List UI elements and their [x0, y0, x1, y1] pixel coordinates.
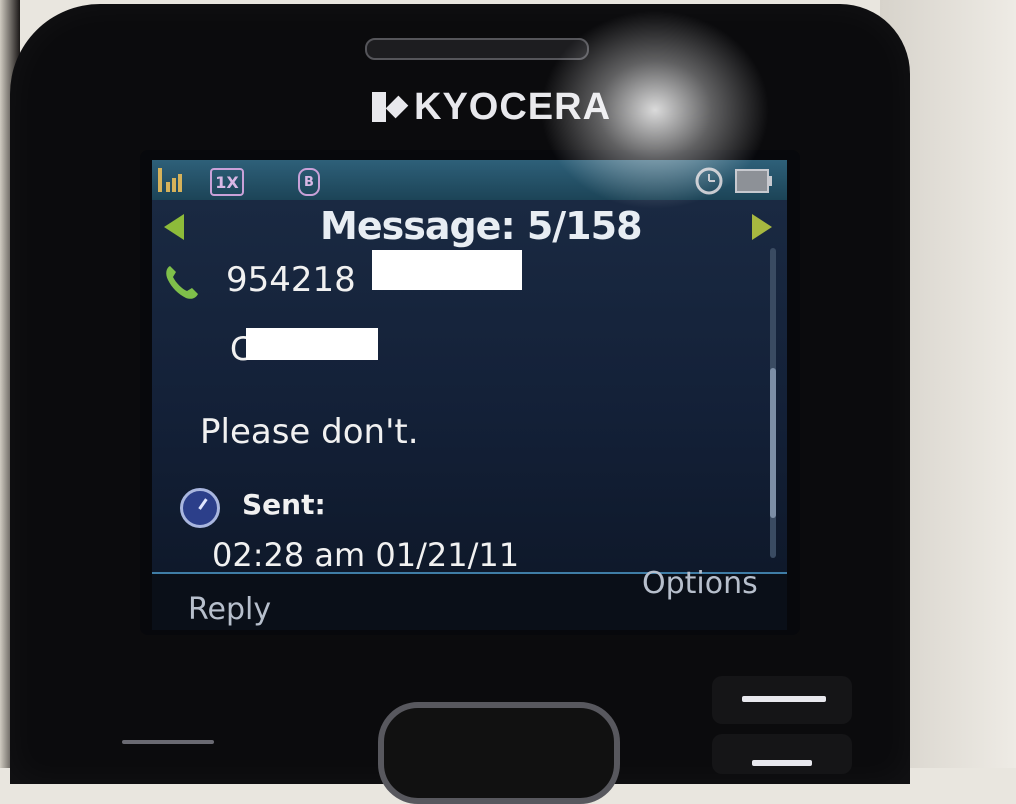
- redaction-box-number: [372, 250, 522, 290]
- next-arrow-icon[interactable]: [752, 214, 772, 240]
- bluetooth-icon: B: [298, 168, 320, 196]
- message-title: Message: 5/158: [320, 204, 643, 248]
- sender-number: 954218: [226, 260, 356, 300]
- left-softkey-indicator[interactable]: [122, 740, 214, 744]
- end-key-button[interactable]: [712, 734, 852, 774]
- sent-label: Sent:: [242, 488, 326, 521]
- message-header: Message: 5/158: [152, 202, 787, 250]
- status-bar: 1X B: [152, 160, 787, 200]
- navigation-dpad[interactable]: [378, 702, 620, 804]
- phone-icon: [166, 266, 198, 299]
- key-dash: [752, 760, 812, 766]
- kyocera-logo-icon: [368, 88, 406, 126]
- battery-icon: [735, 169, 772, 193]
- right-softkey-button[interactable]: [712, 676, 852, 724]
- network-label: 1X: [215, 172, 239, 192]
- message-body: Please don't.: [200, 412, 419, 452]
- bluetooth-label: B: [304, 174, 314, 190]
- brand-logo: KYOCERA: [368, 84, 611, 130]
- reply-softkey[interactable]: Reply: [188, 592, 271, 627]
- signal-icon: [158, 168, 182, 192]
- prev-arrow-icon[interactable]: [164, 214, 184, 240]
- brand-name: KYOCERA: [414, 85, 612, 128]
- earpiece: [365, 38, 589, 60]
- scroll-thumb[interactable]: [770, 368, 776, 518]
- softkey-bar: Reply Options: [152, 566, 787, 630]
- display: 1X B Message: 5/158 954218 C Please don'…: [152, 160, 787, 630]
- clock-icon: [180, 488, 220, 528]
- network-1x-icon: 1X: [210, 168, 244, 196]
- sent-datetime: 02:28 am 01/21/11: [212, 536, 520, 574]
- alarm-icon: [695, 167, 723, 195]
- options-softkey[interactable]: Options: [642, 566, 758, 601]
- scrollbar[interactable]: [770, 248, 776, 558]
- key-dash: [742, 696, 826, 702]
- redaction-box-name: [246, 328, 378, 360]
